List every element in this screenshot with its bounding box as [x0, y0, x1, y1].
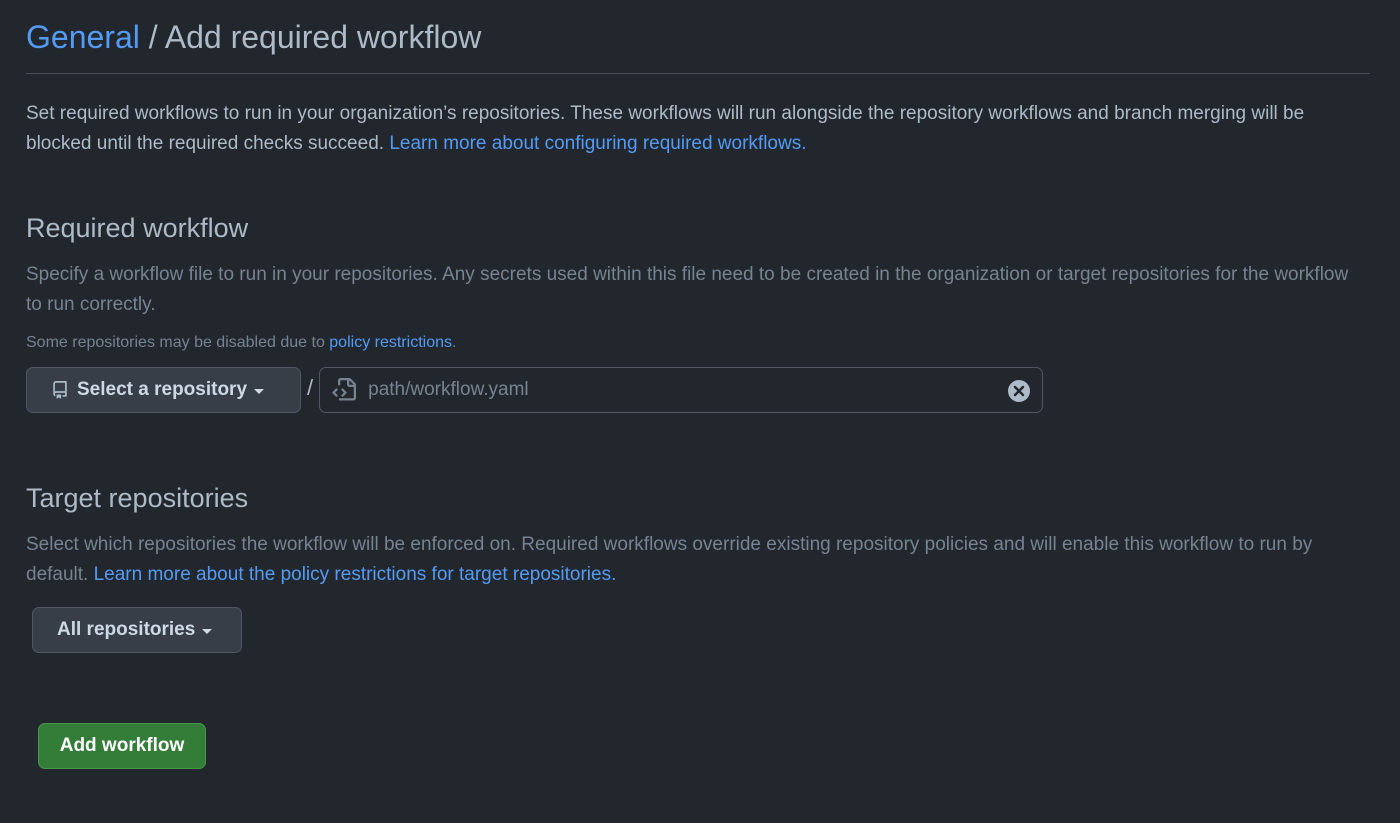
triangle-down-icon [202, 628, 213, 634]
page-title: Add required workflow [164, 19, 482, 55]
path-separator: / [307, 375, 314, 400]
x-circle-fill-icon[interactable] [1007, 379, 1031, 403]
page-header: General / Add required workflow [26, 0, 1370, 74]
learn-more-configuring-link[interactable]: Learn more about configuring required wo… [389, 133, 806, 154]
workflow-path-input[interactable] [368, 379, 989, 401]
workflow-path-field [319, 367, 1044, 413]
required-workflow-heading: Required workflow [26, 213, 249, 243]
file-code-icon [332, 378, 357, 402]
triangle-down-icon [254, 388, 265, 394]
add-workflow-button[interactable]: Add workflow [38, 723, 206, 769]
required-workflow-description: Specify a workflow file to run in your r… [26, 264, 1349, 315]
breadcrumb: General / Add required workflow [26, 19, 481, 56]
breadcrumb-separator: / [139, 19, 165, 55]
policy-note-text: Some repositories may be disabled due to [26, 334, 330, 351]
all-repositories-label: All repositories [57, 619, 196, 640]
page: General / Add required workflow Set requ… [26, 0, 1370, 769]
select-repository-label: Select a repository [77, 379, 248, 400]
target-repositories-heading: Target repositories [26, 483, 249, 513]
all-repositories-dropdown[interactable]: All repositories [32, 607, 242, 653]
policy-note: Some repositories may be disabled due to… [26, 333, 1370, 353]
select-repository-button[interactable]: Select a repository [26, 367, 301, 413]
breadcrumb-general-link[interactable]: General [26, 19, 140, 55]
policy-restrictions-link[interactable]: policy restrictions [329, 334, 452, 351]
policy-note-end: . [451, 334, 457, 351]
target-repositories-description: Select which repositories the workflow w… [26, 530, 1356, 590]
learn-more-policy-restrictions-link[interactable]: Learn more about the policy restrictions… [94, 564, 617, 585]
workflow-selector-row: Select a repository / [26, 367, 1370, 413]
intro-paragraph: Set required workflows to run in your or… [26, 99, 1326, 159]
repo-icon [51, 380, 69, 400]
